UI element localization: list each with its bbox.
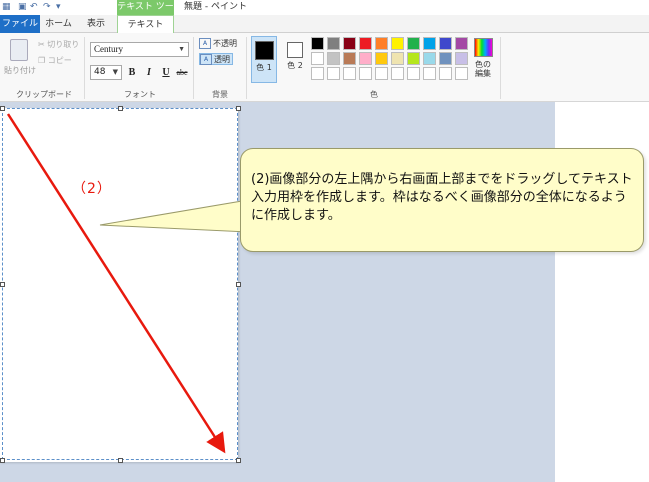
colors-group-label: 色 [364, 89, 384, 100]
palette-color-swatch[interactable] [423, 37, 436, 50]
palette-color-swatch[interactable] [311, 67, 324, 80]
group-divider [500, 37, 501, 99]
palette-color-swatch[interactable] [407, 52, 420, 65]
palette-color-swatch[interactable] [375, 67, 388, 80]
group-divider [193, 37, 194, 99]
underline-button[interactable]: U [159, 66, 173, 79]
chevron-down-icon: ▼ [113, 66, 118, 79]
group-divider [246, 37, 247, 99]
quick-access-dropdown-icon[interactable]: ▾ [56, 2, 61, 13]
copy-icon: ❐ [38, 56, 45, 65]
palette-color-swatch[interactable] [407, 67, 420, 80]
palette-color-swatch[interactable] [391, 67, 404, 80]
text-tools-context-header: テキスト ツール [117, 0, 174, 15]
font-size-select[interactable]: 48 ▼ [90, 65, 122, 80]
palette-color-swatch[interactable] [327, 67, 340, 80]
group-divider [84, 37, 85, 99]
paste-icon[interactable] [10, 39, 28, 61]
edit-colors-button[interactable]: 色の 編集 [471, 37, 495, 78]
palette-color-swatch[interactable] [375, 37, 388, 50]
color2-button[interactable]: 色 2 [282, 36, 308, 83]
resize-handle[interactable] [0, 458, 5, 463]
save-icon[interactable]: ▣ [18, 2, 27, 13]
resize-handle[interactable] [236, 458, 241, 463]
strikethrough-button[interactable]: abc [175, 66, 189, 79]
palette-color-swatch[interactable] [311, 37, 324, 50]
scissors-icon: ✂ [38, 40, 45, 49]
opaque-option[interactable]: A不透明 [199, 38, 237, 50]
color1-swatch [255, 41, 274, 60]
color2-label: 色 2 [282, 60, 308, 71]
palette-color-swatch[interactable] [439, 52, 452, 65]
palette-color-swatch[interactable] [359, 37, 372, 50]
palette-color-swatch[interactable] [359, 67, 372, 80]
clipboard-group-label: クリップボード [10, 89, 78, 100]
tab-file[interactable]: ファイル [0, 15, 40, 33]
background-group-label: 背景 [205, 89, 235, 100]
step-number-label: （2） [72, 178, 112, 198]
palette-color-swatch[interactable] [343, 52, 356, 65]
rainbow-color-icon [474, 38, 493, 57]
palette-color-swatch[interactable] [343, 67, 356, 80]
palette-color-swatch[interactable] [327, 37, 340, 50]
palette-color-swatch[interactable] [439, 67, 452, 80]
font-family-select[interactable]: Century ▼ [90, 42, 189, 57]
edit-colors-label: 色の 編集 [471, 60, 495, 78]
cut-button[interactable]: ✂ 切り取り [38, 39, 79, 50]
palette-color-swatch[interactable] [407, 37, 420, 50]
paint-app-icon: ▦ [2, 2, 11, 13]
palette-color-swatch[interactable] [391, 37, 404, 50]
font-size-value: 48 [94, 67, 105, 77]
font-group-label: フォント [115, 89, 165, 100]
italic-button[interactable]: I [142, 66, 156, 79]
resize-handle[interactable] [236, 282, 241, 287]
palette-color-swatch[interactable] [455, 67, 468, 80]
transparent-option[interactable]: A透明 [199, 53, 233, 65]
copy-label: コピー [48, 56, 72, 65]
color2-swatch [287, 42, 303, 58]
undo-icon[interactable]: ↶ [30, 2, 38, 13]
resize-handle[interactable] [118, 106, 123, 111]
bold-button[interactable]: B [125, 66, 139, 79]
opaque-icon: A [199, 38, 211, 49]
transparent-icon: A [200, 54, 212, 65]
palette-color-swatch[interactable] [423, 52, 436, 65]
text-input-frame[interactable] [2, 108, 238, 460]
palette-color-swatch[interactable] [455, 37, 468, 50]
resize-handle[interactable] [0, 282, 5, 287]
copy-button[interactable]: ❐ コピー [38, 55, 72, 66]
tab-text[interactable]: テキスト [117, 15, 174, 34]
palette-color-swatch[interactable] [343, 37, 356, 50]
palette-color-swatch[interactable] [423, 67, 436, 80]
paste-button-label[interactable]: 貼り付け [4, 65, 36, 76]
redo-icon[interactable]: ↷ [43, 2, 51, 13]
transparent-label: 透明 [214, 55, 230, 64]
window-title: 無題 - ペイント [184, 2, 247, 13]
ribbon-tab-row: ファイル ホーム 表示 テキスト [0, 15, 649, 33]
resize-handle[interactable] [0, 106, 5, 111]
palette-color-swatch[interactable] [455, 52, 468, 65]
color1-label: 色 1 [252, 62, 276, 73]
opaque-label: 不透明 [213, 39, 237, 48]
palette-color-swatch[interactable] [375, 52, 388, 65]
tab-view[interactable]: 表示 [77, 15, 115, 33]
tab-home[interactable]: ホーム [40, 15, 77, 33]
chevron-down-icon: ▼ [178, 43, 185, 56]
palette-color-swatch[interactable] [327, 52, 340, 65]
instruction-callout: (2)画像部分の左上隅から右画面上部までをドラッグしてテキスト入力用枠を作成しま… [240, 148, 644, 252]
resize-handle[interactable] [236, 106, 241, 111]
palette-color-swatch[interactable] [391, 52, 404, 65]
title-bar: ▦ ▣ ↶ ↷ ▾ テキスト ツール 無題 - ペイント [0, 0, 649, 15]
resize-handle[interactable] [118, 458, 123, 463]
palette-color-swatch[interactable] [439, 37, 452, 50]
cut-label: 切り取り [47, 40, 79, 49]
ribbon: 貼り付け ✂ 切り取り ❐ コピー クリップボード Century ▼ 48 ▼… [0, 33, 649, 102]
color1-button[interactable]: 色 1 [251, 36, 277, 83]
palette-color-swatch[interactable] [311, 52, 324, 65]
font-family-value: Century [94, 44, 123, 54]
palette-color-swatch[interactable] [359, 52, 372, 65]
